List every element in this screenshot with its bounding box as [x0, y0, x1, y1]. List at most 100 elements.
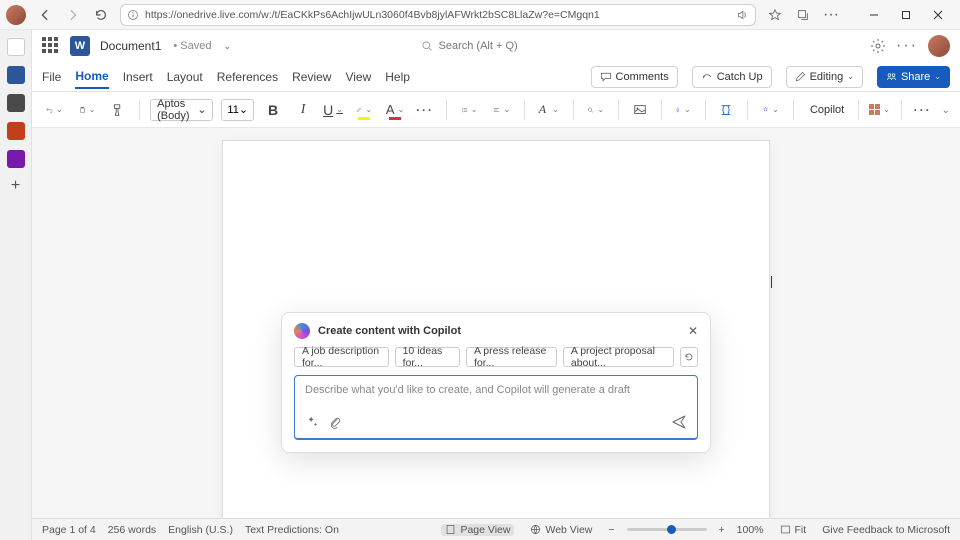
tab-home[interactable]: Home [75, 65, 108, 89]
rail-powerpoint-icon[interactable] [7, 122, 25, 140]
ribbon-overflow-button[interactable]: ··· [912, 97, 934, 123]
copilot-card-title: Create content with Copilot [318, 325, 680, 337]
rail-add-icon[interactable]: + [11, 178, 20, 194]
font-name-select[interactable]: Aptos (Body)⌄ [150, 99, 213, 121]
tab-file[interactable]: File [42, 66, 61, 88]
tab-insert[interactable]: Insert [123, 66, 153, 88]
document-state: • Saved [173, 40, 211, 52]
tab-view[interactable]: View [345, 66, 371, 88]
font-color-button[interactable]: A⌄ [384, 97, 406, 123]
forward-icon [64, 6, 82, 24]
fit-button[interactable]: Fit [776, 524, 811, 536]
status-words[interactable]: 256 words [108, 524, 156, 536]
page-view-button[interactable]: Page View [441, 524, 514, 536]
align-button[interactable]: ⌄ [489, 97, 514, 123]
bullets-button[interactable]: ⌄ [457, 97, 482, 123]
copilot-prompt-input[interactable]: Describe what you'd like to create, and … [294, 375, 698, 440]
status-page[interactable]: Page 1 of 4 [42, 524, 96, 536]
copilot-card-icon [294, 323, 310, 339]
font-size-select[interactable]: 11⌄ [221, 99, 254, 121]
share-icon [886, 71, 897, 82]
rail-office-icon[interactable] [7, 38, 25, 56]
editing-button[interactable]: Editing⌄ [786, 66, 863, 88]
rail-teams-icon[interactable] [7, 94, 25, 112]
web-view-button[interactable]: Web View [526, 524, 596, 536]
favorites-icon[interactable] [766, 6, 784, 24]
comment-icon [600, 71, 612, 83]
feedback-link[interactable]: Give Feedback to Microsoft [822, 524, 950, 536]
address-bar[interactable]: https://onedrive.live.com/w:/t/EaCKkPs6A… [120, 4, 756, 26]
profile-avatar[interactable] [6, 5, 26, 25]
search-box[interactable]: Search (Alt + Q) [421, 35, 681, 57]
highlight-button[interactable]: ⌄ [352, 97, 376, 123]
back-icon[interactable] [36, 6, 54, 24]
paste-button[interactable]: ⌄ [75, 97, 100, 123]
status-predictions[interactable]: Text Predictions: On [245, 524, 339, 536]
styles-button[interactable]: A⌄ [535, 97, 563, 123]
copilot-close-button[interactable]: ✕ [688, 324, 698, 338]
search-placeholder: Search (Alt + Q) [439, 40, 518, 52]
find-button[interactable]: ⌄ [583, 97, 608, 123]
refresh-icon[interactable] [92, 6, 110, 24]
ribbon-collapse-icon[interactable]: ⌄ [942, 105, 950, 116]
rail-onenote-icon[interactable] [7, 150, 25, 168]
status-language[interactable]: English (U.S.) [168, 524, 233, 536]
url-text: https://onedrive.live.com/w:/t/EaCKkPs6A… [145, 9, 729, 21]
more-font-button[interactable]: ··· [414, 97, 436, 123]
document-canvas[interactable]: Create content with Copilot ✕ A job desc… [32, 128, 960, 518]
bold-button[interactable]: B [262, 97, 284, 123]
browser-titlebar: https://onedrive.live.com/w:/t/EaCKkPs6A… [0, 0, 960, 30]
underline-button[interactable]: U⌄ [322, 97, 344, 123]
designer-button[interactable]: ⌄ [758, 97, 783, 123]
sparkle-icon[interactable] [305, 415, 319, 429]
app-more-icon[interactable]: ··· [896, 37, 918, 55]
share-button[interactable]: Share⌄ [877, 66, 950, 88]
zoom-out-button[interactable]: − [608, 524, 614, 536]
catchup-icon [701, 71, 713, 83]
tab-review[interactable]: Review [292, 66, 331, 88]
browser-more-icon[interactable]: ··· [822, 6, 840, 24]
collections-icon[interactable] [794, 6, 812, 24]
maximize-button[interactable] [890, 0, 922, 30]
send-button[interactable] [671, 414, 687, 430]
copilot-ribbon-button[interactable]: Copilot [804, 97, 848, 123]
comments-button[interactable]: Comments [591, 66, 678, 88]
italic-button[interactable]: I [292, 97, 314, 123]
close-button[interactable] [922, 0, 954, 30]
tab-references[interactable]: References [217, 66, 278, 88]
suggestion-chip-job[interactable]: A job description for... [294, 347, 389, 367]
zoom-level[interactable]: 100% [737, 524, 764, 536]
search-icon [421, 40, 433, 52]
user-avatar[interactable] [928, 35, 950, 57]
zoom-slider[interactable] [627, 528, 707, 531]
dictate-button[interactable]: ⌄ [671, 97, 694, 123]
suggestion-chip-ideas[interactable]: 10 ideas for... [395, 347, 460, 367]
insert-button[interactable] [629, 97, 651, 123]
undo-button[interactable]: ⌄ [42, 97, 67, 123]
editor-button[interactable] [715, 97, 737, 123]
suggestion-chip-press[interactable]: A press release for... [466, 347, 557, 367]
tab-help[interactable]: Help [385, 66, 410, 88]
read-aloud-icon[interactable] [735, 8, 749, 22]
suggestion-refresh-button[interactable] [680, 347, 698, 367]
catchup-button[interactable]: Catch Up [692, 66, 772, 88]
text-cursor [771, 276, 772, 288]
attach-icon[interactable] [329, 416, 342, 429]
document-name[interactable]: Document1 [100, 39, 161, 53]
status-bar: Page 1 of 4 256 words English (U.S.) Tex… [32, 518, 960, 540]
minimize-button[interactable] [858, 0, 890, 30]
table-style-button[interactable]: ⌄ [868, 97, 891, 123]
tab-layout[interactable]: Layout [167, 66, 203, 88]
format-painter-button[interactable] [107, 97, 129, 123]
ribbon-tabs: File Home Insert Layout References Revie… [32, 62, 960, 92]
rail-word-icon[interactable] [7, 66, 25, 84]
zoom-in-button[interactable]: + [719, 524, 725, 536]
suggestion-chip-proposal[interactable]: A project proposal about... [563, 347, 674, 367]
document-chevron-icon[interactable]: ⌄ [223, 41, 231, 52]
ribbon: ⌄ ⌄ Aptos (Body)⌄ 11⌄ B I U⌄ ⌄ A⌄ ··· ⌄ … [32, 92, 960, 128]
app-launcher-icon[interactable] [42, 37, 60, 55]
settings-icon[interactable] [870, 38, 886, 54]
site-info-icon[interactable] [127, 9, 139, 21]
prompt-placeholder: Describe what you'd like to create, and … [305, 384, 687, 396]
word-logo-icon: W [70, 36, 90, 56]
